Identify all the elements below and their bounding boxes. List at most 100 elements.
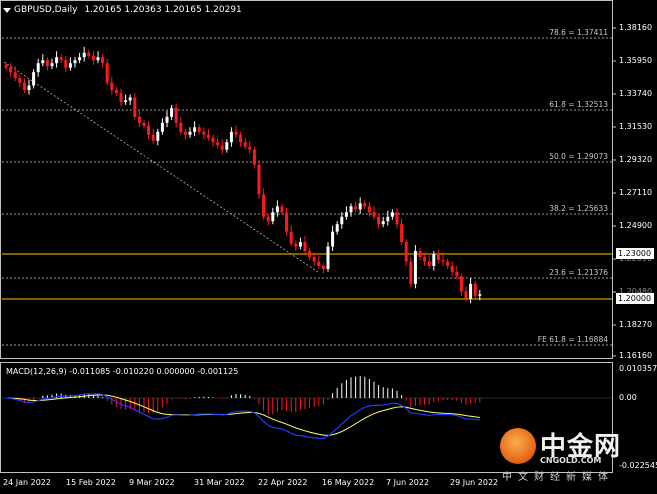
candle-body [478, 294, 482, 296]
candle-body [50, 63, 54, 67]
candle-body [450, 265, 454, 272]
fib-label: 61.8 = 1.32513 [549, 100, 608, 109]
date-tick: 9 Mar 2022 [129, 478, 175, 487]
candle-body [308, 251, 312, 258]
candle-body [409, 261, 413, 284]
date-tick: 7 Jun 2022 [386, 478, 430, 487]
candle-body [64, 60, 68, 68]
candle-body [303, 242, 307, 252]
candle-body [73, 60, 77, 64]
candle-body [280, 206, 284, 213]
candle-body [340, 216, 344, 225]
ohlc-values: 1.20165 1.20363 1.20165 1.20291 [84, 5, 242, 15]
candle-body [55, 57, 59, 64]
candle-body [239, 134, 243, 143]
candle-body [354, 206, 358, 210]
candle-body [464, 291, 468, 299]
candle-body [216, 142, 220, 146]
candle-body [395, 212, 399, 225]
candle-body [124, 100, 128, 102]
date-tick: 31 Mar 2022 [194, 478, 245, 487]
candle-body [87, 52, 91, 56]
candle-body [41, 60, 45, 64]
candle-body [418, 251, 422, 258]
price-box-1-20000: 1.20000 [616, 293, 654, 304]
candle-body [220, 145, 224, 150]
candle-body [252, 149, 256, 165]
price-tick: 1.35950 [619, 56, 653, 65]
logo-subtitle: 中文财经新媒体 [502, 472, 614, 483]
candle-body [229, 131, 233, 143]
candle-body [331, 231, 335, 247]
fib-label: 23.6 = 1.21376 [549, 268, 608, 277]
candle-body [78, 57, 82, 61]
date-tick: 22 Apr 2022 [258, 478, 308, 487]
cngold-watermark-logo: 中金网 CNGOLD.COM 中文财经新媒体 [500, 424, 650, 483]
candle-body [45, 60, 49, 67]
candle-body [179, 122, 183, 132]
candle-body [459, 276, 463, 292]
candle-body [446, 261, 450, 266]
candle-body [13, 72, 17, 79]
candle-body [170, 107, 174, 117]
price-box-1-23000: 1.23000 [616, 248, 654, 259]
candle-body [271, 212, 275, 222]
candle-body [101, 57, 105, 64]
candle-body [36, 63, 40, 73]
candle-body [436, 254, 440, 260]
candle-body [344, 212, 348, 217]
candle-body [211, 137, 215, 143]
candle-body [358, 203, 362, 210]
candle-body [390, 212, 394, 217]
candle-body [372, 212, 376, 217]
candle-body [266, 216, 270, 222]
date-tick: 29 Jun 2022 [450, 478, 499, 487]
candle-body [193, 127, 197, 132]
trend-line[interactable] [3, 61, 319, 273]
candle-body [469, 283, 473, 299]
fib-label: 38.2 = 1.25633 [549, 204, 608, 213]
candle-body [243, 142, 247, 147]
candle-body [234, 131, 238, 135]
macd-main-line [5, 393, 480, 440]
fib-label: 50.0 = 1.29073 [549, 152, 608, 161]
price-chart[interactable] [0, 0, 657, 494]
fib-label: 78.6 = 1.37411 [549, 28, 608, 37]
candle-body [174, 107, 178, 123]
logo-url: CNGOLD.COM [540, 456, 602, 465]
candle-body [321, 265, 325, 269]
symbol-label: GBPUSD,Daily [14, 5, 78, 15]
candle-body [183, 131, 187, 135]
candle-body [285, 212, 289, 232]
candle-body [128, 97, 132, 101]
date-tick: 24 Jan 2022 [3, 478, 51, 487]
candle-body [400, 224, 404, 243]
price-tick: 1.38160 [619, 23, 653, 32]
candle-body [367, 206, 371, 213]
candle-body [22, 82, 26, 91]
candle-body [137, 116, 141, 123]
chart-header: GBPUSD,Daily 1.20165 1.20363 1.20165 1.2… [14, 5, 242, 15]
candle-body [91, 55, 95, 61]
candle-body [312, 257, 316, 262]
candle-body [133, 97, 137, 117]
candle-body [423, 257, 427, 262]
candle-body [188, 131, 192, 135]
candle-body [165, 116, 169, 123]
candle-body [82, 52, 86, 58]
candle-body [68, 63, 72, 68]
candle-body [206, 134, 210, 138]
macd-tick: 0.010357 [619, 364, 657, 373]
candle-body [289, 231, 293, 244]
macd-indicator-header: MACD(12,26,9) -0.011085 -0.010220 0.0000… [6, 367, 239, 376]
macd-tick: 0.00 [619, 393, 637, 402]
candle-body [294, 243, 298, 247]
candle-body [202, 131, 206, 135]
candle-body [248, 146, 252, 150]
candle-body [326, 246, 330, 269]
dropdown-triangle-icon[interactable] [3, 8, 11, 13]
logo-emblem-icon [500, 428, 536, 464]
candle-body [156, 131, 160, 141]
price-tick: 1.18270 [619, 320, 653, 329]
date-tick: 16 May 2022 [322, 478, 375, 487]
